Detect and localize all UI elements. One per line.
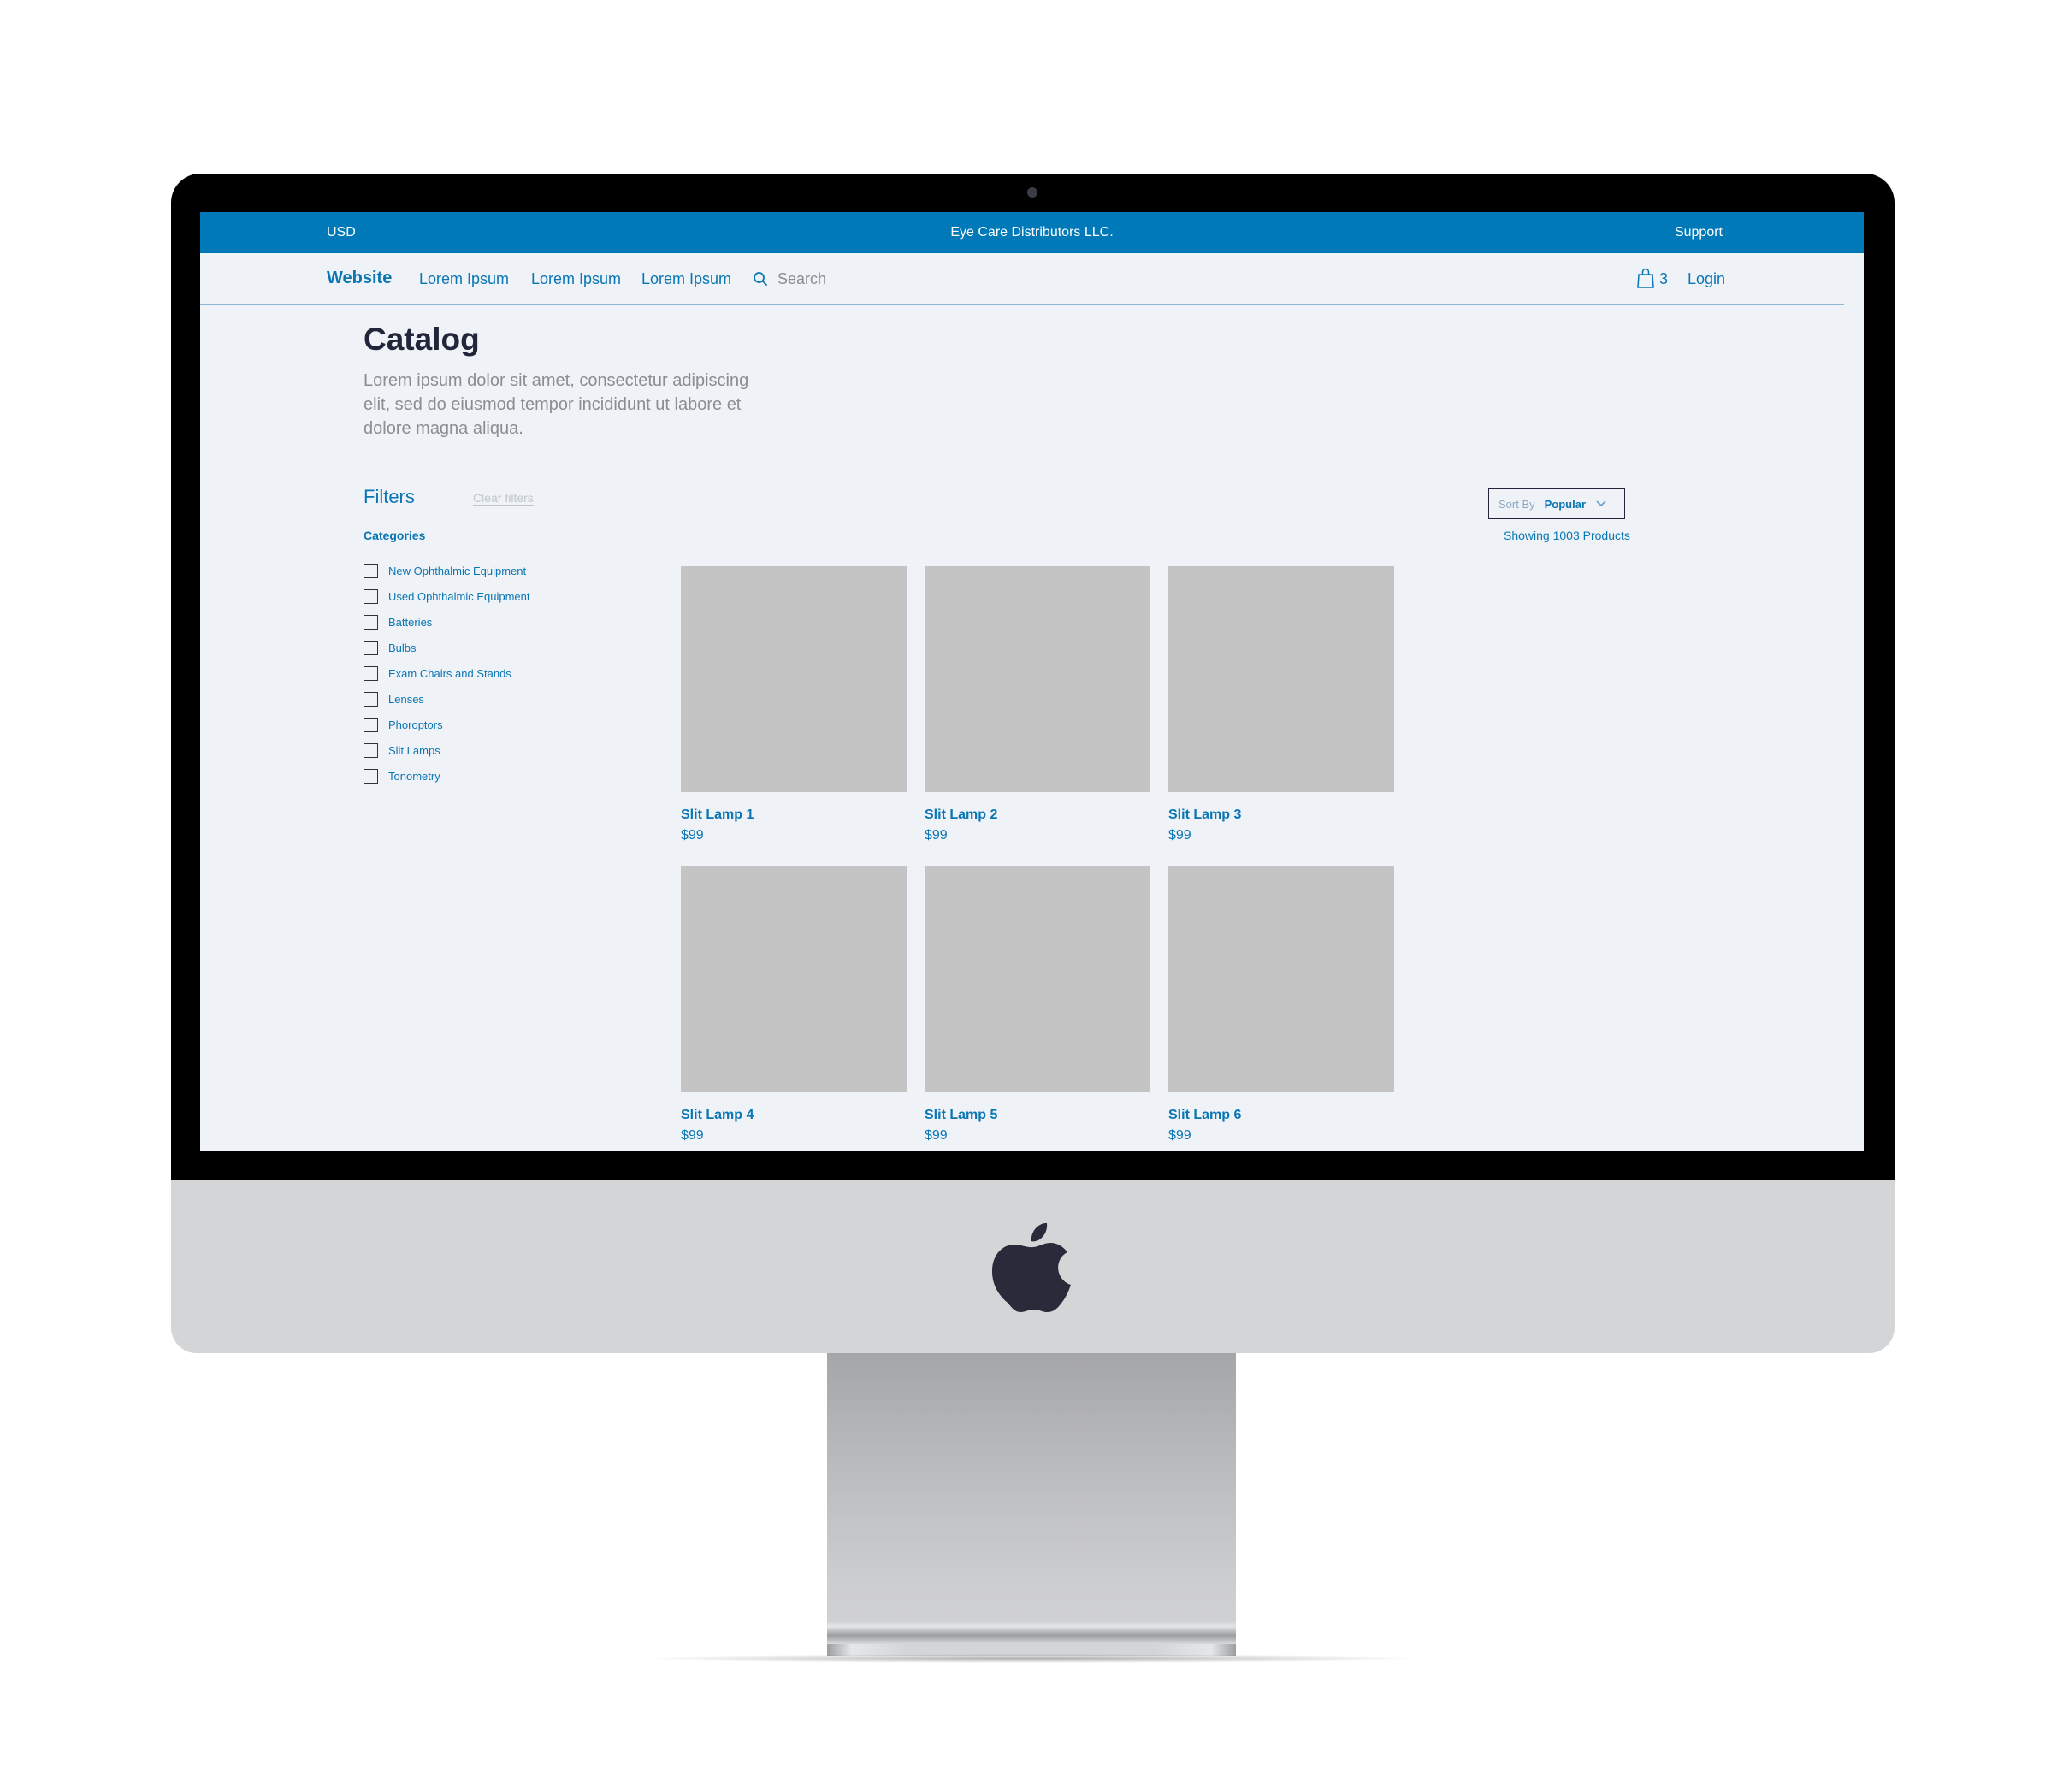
category-label: New Ophthalmic Equipment bbox=[388, 564, 527, 577]
sort-value: Popular bbox=[1544, 497, 1587, 511]
category-filter[interactable]: Batteries bbox=[364, 613, 432, 630]
page-title: Catalog bbox=[364, 322, 480, 357]
category-label: Lenses bbox=[388, 692, 424, 706]
checkbox[interactable] bbox=[364, 768, 378, 784]
clear-filters-link[interactable]: Clear filters bbox=[473, 491, 534, 506]
category-label: Bulbs bbox=[388, 641, 417, 654]
category-label: Exam Chairs and Stands bbox=[388, 666, 511, 680]
product-image[interactable] bbox=[681, 566, 907, 792]
product-name[interactable]: Slit Lamp 2 bbox=[925, 807, 1150, 823]
checkbox[interactable] bbox=[364, 665, 378, 681]
product-card[interactable]: Slit Lamp 6 $99 bbox=[1168, 866, 1394, 1144]
category-label: Used Ophthalmic Equipment bbox=[388, 589, 530, 603]
checkbox[interactable] bbox=[364, 691, 378, 707]
product-card[interactable]: Slit Lamp 3 $99 bbox=[1168, 566, 1394, 843]
category-label: Phoroptors bbox=[388, 718, 443, 731]
product-image[interactable] bbox=[681, 866, 907, 1092]
product-image[interactable] bbox=[1168, 866, 1394, 1092]
product-card[interactable]: Slit Lamp 2 $99 bbox=[925, 566, 1150, 843]
search-input[interactable]: Search bbox=[777, 270, 826, 288]
apple-logo-icon bbox=[992, 1223, 1071, 1312]
categories-heading: Categories bbox=[364, 529, 426, 542]
screen: USD Eye Care Distributors LLC. Support W… bbox=[200, 212, 1864, 1151]
category-label: Slit Lamps bbox=[388, 743, 440, 757]
category-filter[interactable]: Lenses bbox=[364, 690, 424, 707]
checkbox[interactable] bbox=[364, 640, 378, 655]
company-name: Eye Care Distributors LLC. bbox=[950, 225, 1114, 240]
stand-shadow bbox=[633, 1654, 1428, 1663]
product-image[interactable] bbox=[925, 566, 1150, 792]
product-name[interactable]: Slit Lamp 4 bbox=[681, 1108, 907, 1123]
shopping-bag-icon[interactable] bbox=[1637, 268, 1654, 288]
search-icon[interactable] bbox=[753, 271, 768, 287]
product-card[interactable]: Slit Lamp 5 $99 bbox=[925, 866, 1150, 1144]
category-filter[interactable]: Phoroptors bbox=[364, 716, 443, 733]
checkbox[interactable] bbox=[364, 563, 378, 578]
camera-icon bbox=[1027, 187, 1037, 198]
product-name[interactable]: Slit Lamp 3 bbox=[1168, 807, 1394, 823]
nav-link-2[interactable]: Lorem Ipsum bbox=[531, 270, 621, 288]
product-image[interactable] bbox=[1168, 566, 1394, 792]
login-link[interactable]: Login bbox=[1688, 270, 1725, 288]
product-price: $99 bbox=[681, 1128, 704, 1143]
nav-link-1[interactable]: Lorem Ipsum bbox=[419, 270, 509, 288]
checkbox[interactable] bbox=[364, 614, 378, 630]
sort-dropdown[interactable]: Sort By Popular bbox=[1488, 488, 1625, 519]
top-bar: USD Eye Care Distributors LLC. Support bbox=[200, 212, 1864, 253]
sort-label: Sort By bbox=[1498, 497, 1535, 511]
category-filter[interactable]: New Ophthalmic Equipment bbox=[364, 562, 526, 579]
product-name[interactable]: Slit Lamp 1 bbox=[681, 807, 907, 823]
product-count: Showing 1003 Products bbox=[1504, 529, 1630, 542]
support-link[interactable]: Support bbox=[1675, 225, 1723, 240]
product-price: $99 bbox=[681, 828, 704, 843]
chevron-down-icon bbox=[1596, 500, 1606, 507]
product-name[interactable]: Slit Lamp 5 bbox=[925, 1108, 1150, 1123]
checkbox[interactable] bbox=[364, 742, 378, 758]
monitor-stand bbox=[827, 1353, 1236, 1644]
nav-link-3[interactable]: Lorem Ipsum bbox=[641, 270, 731, 288]
category-filter[interactable]: Slit Lamps bbox=[364, 742, 440, 759]
nav-divider bbox=[200, 304, 1844, 305]
product-card[interactable]: Slit Lamp 1 $99 bbox=[681, 566, 907, 843]
checkbox[interactable] bbox=[364, 717, 378, 732]
brand-link[interactable]: Website bbox=[327, 269, 392, 288]
cart-count[interactable]: 3 bbox=[1659, 270, 1668, 288]
product-name[interactable]: Slit Lamp 6 bbox=[1168, 1108, 1394, 1123]
product-price: $99 bbox=[925, 1128, 948, 1143]
category-filter[interactable]: Bulbs bbox=[364, 639, 417, 656]
product-card[interactable]: Slit Lamp 4 $99 bbox=[681, 866, 907, 1144]
product-price: $99 bbox=[925, 828, 948, 843]
category-filter[interactable]: Used Ophthalmic Equipment bbox=[364, 588, 529, 605]
category-filter[interactable]: Tonometry bbox=[364, 767, 440, 784]
category-filter[interactable]: Exam Chairs and Stands bbox=[364, 665, 511, 682]
category-label: Tonometry bbox=[388, 769, 440, 783]
checkbox[interactable] bbox=[364, 588, 378, 604]
product-price: $99 bbox=[1168, 828, 1191, 843]
product-price: $99 bbox=[1168, 1128, 1191, 1143]
product-image[interactable] bbox=[925, 866, 1150, 1092]
filters-heading: Filters bbox=[364, 486, 415, 507]
page-description: Lorem ipsum dolor sit amet, consectetur … bbox=[364, 371, 749, 438]
category-label: Batteries bbox=[388, 615, 433, 629]
